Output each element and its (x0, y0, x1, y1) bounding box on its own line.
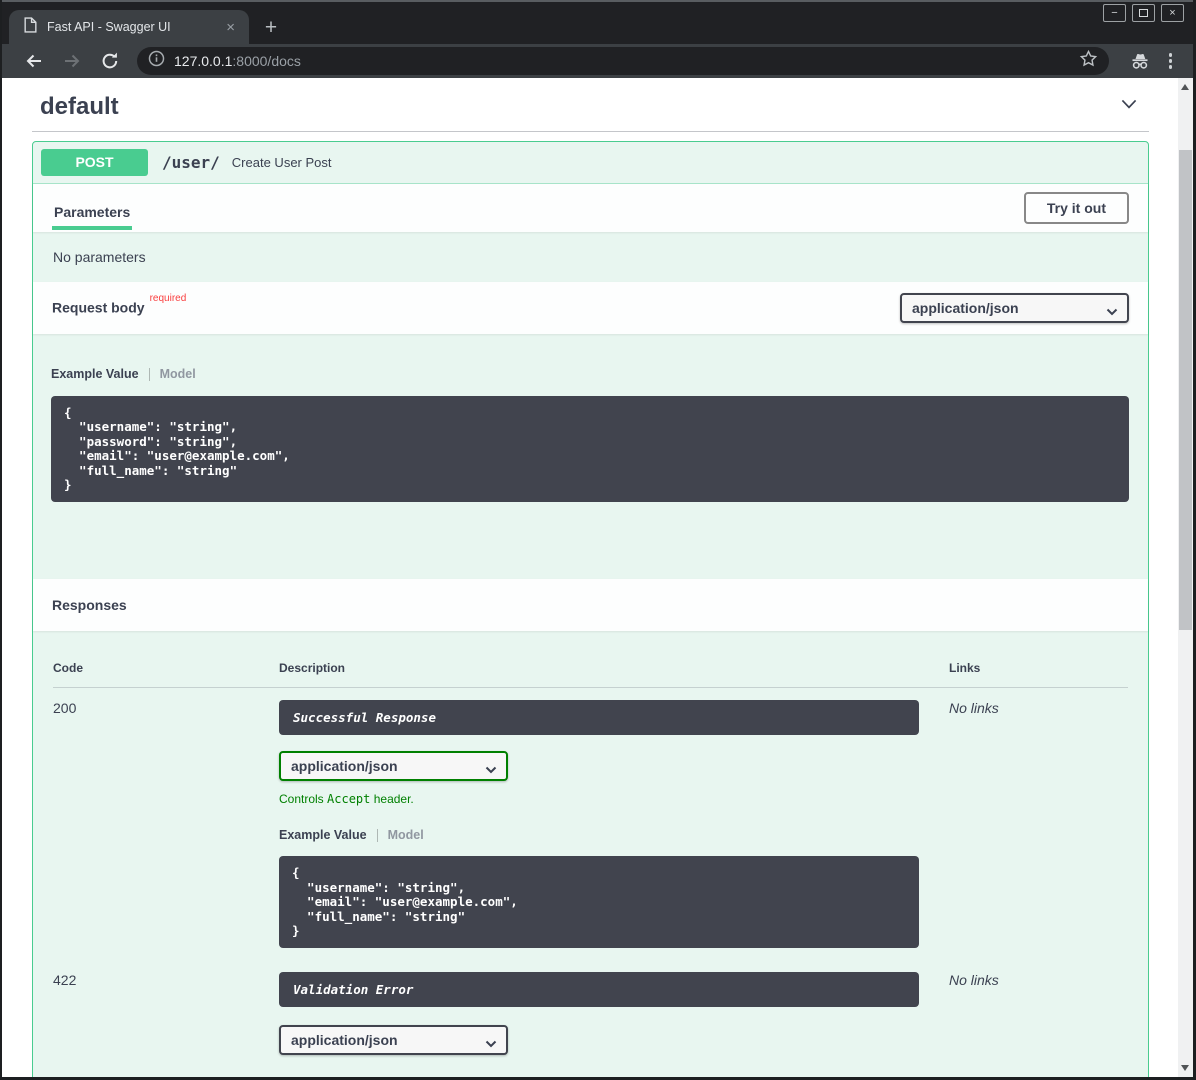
response-links: No links (949, 972, 1148, 1077)
bookmark-star-icon[interactable] (1079, 49, 1098, 73)
column-links: Links (949, 661, 1128, 675)
incognito-icon (1128, 51, 1152, 71)
response-description: Successful Response (279, 700, 919, 735)
reload-button[interactable] (100, 51, 120, 71)
method-badge: POST (41, 149, 148, 176)
page-favicon-icon (24, 17, 37, 38)
request-example-code: { "username": "string", "password": "str… (51, 396, 1129, 502)
scroll-up-icon[interactable] (1181, 84, 1189, 90)
response-media-type-select[interactable]: application/json (279, 1025, 508, 1055)
no-parameters-text: No parameters (33, 232, 1148, 282)
tag-title: default (40, 93, 119, 121)
response-example-tabs: Example Value Model (279, 828, 949, 842)
column-code: Code (53, 661, 279, 675)
page-scrollbar[interactable] (1178, 78, 1193, 1077)
response-links: No links (949, 700, 1148, 948)
tab-example-value[interactable]: Example Value (51, 367, 139, 381)
response-description-cell: Successful Response application/json Con… (279, 700, 949, 948)
tab-parameters[interactable]: Parameters (52, 192, 132, 230)
response-media-type-select[interactable]: application/json (279, 751, 508, 781)
swagger-page: default POST /user/ Create User Post Par… (2, 78, 1193, 1077)
request-body-title: Request body (52, 300, 145, 316)
response-description-cell: Validation Error application/json Exampl… (279, 972, 949, 1077)
responses-header: Responses (33, 579, 1148, 631)
url-host: 127.0.0.1 (174, 53, 232, 69)
parameters-header: Parameters Try it out (33, 184, 1148, 232)
responses-table-header: Code Description Links (53, 661, 1128, 688)
accept-header-note: Controls Accept header. (279, 792, 949, 806)
collapse-chevron-icon[interactable] (1117, 92, 1141, 121)
tab-title: Fast API - Swagger UI (47, 20, 222, 34)
browser-chrome: Fast API - Swagger UI × + − × (2, 0, 1193, 78)
scrollbar-thumb[interactable] (1179, 150, 1192, 630)
request-media-type-select[interactable]: application/json (900, 293, 1129, 323)
responses-table: Code Description Links 200 Successful Re… (33, 631, 1148, 1077)
tab-strip: Fast API - Swagger UI × + − × (2, 0, 1193, 44)
response-example-code: { "username": "string", "email": "user@e… (279, 856, 919, 948)
browser-window: Fast API - Swagger UI × + − × (0, 0, 1196, 1080)
browser-toolbar: 127.0.0.1:8000/docs (2, 44, 1193, 78)
back-button[interactable] (24, 51, 44, 71)
responses-title: Responses (52, 597, 127, 613)
window-controls: − × (1103, 4, 1184, 22)
minimize-button[interactable]: − (1103, 4, 1126, 22)
browser-tab[interactable]: Fast API - Swagger UI × (9, 10, 249, 44)
menu-button[interactable] (1169, 53, 1173, 69)
maximize-icon (1139, 9, 1148, 17)
address-bar[interactable]: 127.0.0.1:8000/docs (137, 47, 1109, 75)
tab-close-icon[interactable]: × (222, 20, 239, 35)
tab-divider (149, 368, 150, 381)
endpoint-description: Create User Post (232, 155, 332, 170)
tag-section-header[interactable]: default (32, 78, 1149, 132)
response-row-200: 200 Successful Response application/json… (53, 688, 1148, 948)
tab-divider (377, 829, 378, 842)
endpoint-summary-row[interactable]: POST /user/ Create User Post (33, 142, 1148, 184)
response-row-422: 422 Validation Error application/json Ex… (53, 960, 1148, 1077)
tab-model[interactable]: Model (160, 367, 196, 381)
response-code: 200 (53, 700, 279, 948)
request-body-header: Request body required application/json (33, 282, 1148, 334)
request-body-section: Example Value Model { "username": "strin… (33, 334, 1148, 579)
column-description: Description (279, 661, 949, 675)
url-text: 127.0.0.1:8000/docs (174, 53, 301, 69)
endpoint-path: /user/ (162, 153, 220, 172)
scroll-down-icon[interactable] (1181, 1065, 1189, 1071)
tab-model[interactable]: Model (388, 828, 424, 842)
new-tab-button[interactable]: + (258, 15, 284, 41)
try-it-out-button[interactable]: Try it out (1024, 192, 1129, 224)
url-path: :8000/docs (232, 53, 301, 69)
close-window-button[interactable]: × (1161, 4, 1184, 22)
maximize-button[interactable] (1132, 4, 1155, 22)
opblock-post-user: POST /user/ Create User Post Parameters … (32, 141, 1149, 1077)
tab-example-value[interactable]: Example Value (279, 828, 367, 842)
response-description: Validation Error (279, 972, 919, 1007)
required-badge: required (150, 293, 187, 304)
forward-button[interactable] (62, 51, 82, 71)
request-example-tabs: Example Value Model (51, 367, 1129, 381)
site-info-icon[interactable] (148, 50, 165, 72)
response-code: 422 (53, 972, 279, 1077)
